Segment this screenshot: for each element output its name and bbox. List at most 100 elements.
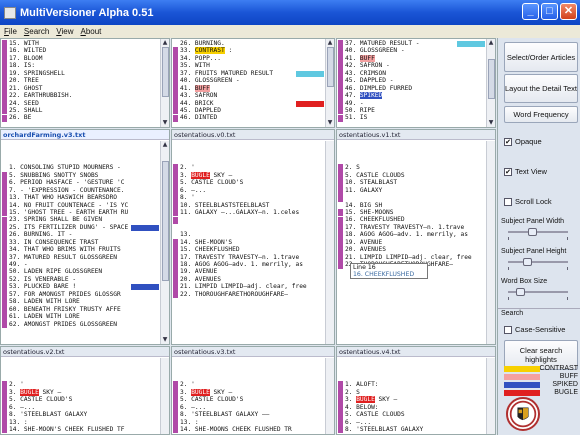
text-line[interactable]: 18. IS: bbox=[9, 62, 159, 69]
text-line[interactable]: 47. SPIKED bbox=[345, 92, 485, 100]
text-line[interactable]: 21. GHOST bbox=[9, 85, 159, 92]
text-line[interactable]: 17. TRAVESTY TRAVESTY—n. 1.trave bbox=[180, 254, 324, 261]
text-line[interactable]: 43. SAFRON bbox=[180, 92, 324, 99]
select-order-articles-button[interactable]: Select/Order Articles bbox=[504, 42, 578, 72]
text-line[interactable]: 24. SEED bbox=[9, 100, 159, 107]
text-line[interactable]: 52. IS VENERABLE - bbox=[9, 276, 159, 283]
text-line[interactable]: 35. WITH bbox=[180, 62, 324, 69]
vertical-scrollbar[interactable] bbox=[486, 141, 495, 344]
text-line[interactable]: 37. FRUITS MATURED RESULT bbox=[180, 70, 324, 77]
text-line[interactable]: 18. AGOG AGOG—adv. 1. merrily, as bbox=[345, 231, 485, 238]
text-line[interactable]: 21. LIMPID LIMPID—adj. clear, free bbox=[180, 283, 324, 290]
text-line[interactable]: 34. POPP... bbox=[180, 55, 324, 62]
text-line[interactable]: 6. –... bbox=[180, 187, 324, 194]
text-line[interactable]: 49. - bbox=[345, 100, 485, 107]
text-line[interactable]: 14. NO FRUIT COUNTENACE - 'IS YC bbox=[9, 202, 159, 209]
text-line[interactable] bbox=[180, 142, 324, 149]
subject-height-slider[interactable] bbox=[508, 258, 568, 266]
text-line[interactable]: 37. MATURED RESULT - bbox=[345, 40, 485, 47]
layout-detail-text-button[interactable]: Layout the Detail Text bbox=[504, 74, 578, 103]
text-line[interactable]: 60. BENEATH FRISKY TRUSTY AFFE bbox=[9, 306, 159, 313]
text-line[interactable]: 2. S bbox=[345, 389, 485, 396]
text-line[interactable] bbox=[180, 216, 324, 223]
text-line[interactable]: 40. GLOSSGREEN - bbox=[345, 47, 485, 54]
text-line[interactable]: 22. THOROUGHFARETHOROUGHFARE— bbox=[180, 291, 324, 298]
menu-file[interactable]: File bbox=[4, 27, 17, 36]
menu-search[interactable]: Search bbox=[24, 27, 49, 36]
text-line[interactable]: 20. AVENUES bbox=[180, 276, 324, 283]
text-line[interactable] bbox=[345, 374, 485, 381]
text-line[interactable]: 21. LIMPID LIMPID—adj. clear, free bbox=[345, 254, 485, 261]
text-panel[interactable]: 26. BURNING. 33. CONTRAST :34. POPP... 35.… bbox=[171, 38, 335, 128]
vertical-scrollbar[interactable]: ▲ ▼ bbox=[325, 39, 334, 127]
text-line[interactable]: 18. AGOG AGOG—adv. 1. merrily, as bbox=[180, 261, 324, 268]
word-frequency-button[interactable]: Word Frequency bbox=[504, 106, 578, 123]
text-line[interactable]: 34. THAT WHO BRIMS WITH FRUITS bbox=[9, 246, 159, 253]
text-line[interactable]: 61. LADEN WITH LORE bbox=[9, 313, 159, 320]
text-line[interactable]: 44. BRICK bbox=[180, 100, 324, 107]
text-panel[interactable]: 15. WITH 16. WILTED 17. BLOOM 18. IS: 19. SP… bbox=[0, 38, 170, 128]
text-line[interactable]: 3. BUGLE SKY – bbox=[345, 396, 485, 404]
text-line[interactable]: 50. LADEN RIPE GLOSSGREEN bbox=[9, 268, 159, 275]
legend-item[interactable]: SPIKED bbox=[504, 381, 578, 389]
text-line[interactable] bbox=[345, 149, 485, 156]
text-line[interactable]: 26. BURNING. bbox=[180, 40, 324, 47]
text-line[interactable]: 14. SHE-MOONS CHEEK FLUSHED TR bbox=[180, 426, 324, 433]
text-line[interactable] bbox=[9, 142, 159, 149]
text-line[interactable] bbox=[180, 374, 324, 381]
text-view-checkbox[interactable]: ✔ Text View bbox=[504, 167, 547, 176]
text-line[interactable]: 2. ' bbox=[180, 164, 324, 171]
text-line[interactable]: 46. DIMPLED FURRED bbox=[345, 85, 485, 92]
text-line[interactable] bbox=[9, 374, 159, 381]
text-line[interactable]: 19. AVENUE bbox=[345, 239, 485, 246]
text-line[interactable]: 49. - bbox=[9, 261, 159, 268]
text-line[interactable]: 53. PLUCKED BARE ! bbox=[9, 283, 159, 291]
text-panel[interactable]: ostentatious.v0.txt 2. ' 3. BUGLE SKY –5. … bbox=[171, 129, 335, 345]
text-panel[interactable]: 37. MATURED RESULT -40. GLOSSGREEN -41. … bbox=[336, 38, 496, 128]
vertical-scrollbar[interactable]: ▲ ▼ bbox=[160, 141, 169, 344]
text-line[interactable]: 8. 'STEELBLAST GALAXY bbox=[9, 411, 159, 418]
text-line[interactable]: 13. bbox=[180, 231, 324, 238]
text-line[interactable]: 8. 'STEELBLAST GALAXY bbox=[345, 426, 485, 433]
text-line[interactable]: 42. SAFRON - bbox=[345, 62, 485, 69]
text-line[interactable]: 15. SHE-MOONS bbox=[345, 209, 485, 216]
text-panel[interactable]: ostentatious.v3.txt 2. ' 3. BUGLE SKY –5. … bbox=[171, 346, 335, 435]
text-line[interactable]: 40. GLOSSGREEN - bbox=[180, 77, 324, 84]
text-line[interactable]: 16. CHEEKFLUSHED bbox=[345, 216, 485, 223]
text-line[interactable]: 17. BLOOM bbox=[9, 55, 159, 62]
text-line[interactable]: 4. BELOW: bbox=[345, 404, 485, 411]
text-line[interactable]: 8. ' bbox=[180, 194, 324, 201]
text-line[interactable]: 19. AVENUE bbox=[180, 268, 324, 275]
text-line[interactable]: 26. BURNING. IT - bbox=[9, 231, 159, 238]
text-line[interactable]: 2. S bbox=[345, 164, 485, 171]
text-line[interactable]: 16. WILTED bbox=[9, 47, 159, 54]
text-line[interactable]: 46. DINTED bbox=[180, 114, 324, 121]
vertical-scrollbar[interactable] bbox=[325, 358, 334, 434]
text-line[interactable]: 50. RIPE bbox=[345, 107, 485, 114]
vertical-scrollbar[interactable] bbox=[325, 141, 334, 344]
text-line[interactable] bbox=[345, 359, 485, 366]
text-line[interactable]: 2. ' bbox=[180, 381, 324, 388]
maximize-button[interactable]: □ bbox=[541, 3, 558, 20]
text-line[interactable]: 6. –... bbox=[180, 404, 324, 411]
text-line[interactable]: 1. ALOFT: bbox=[345, 381, 485, 388]
text-line[interactable]: 45. DAPPLED bbox=[180, 107, 324, 114]
text-line[interactable]: 2. ' bbox=[9, 381, 159, 388]
text-line[interactable]: 51. IS bbox=[345, 114, 485, 121]
text-line[interactable]: 17. TRAVESTY TRAVESTY—n. 1.trave bbox=[345, 224, 485, 231]
menu-about[interactable]: About bbox=[80, 27, 101, 36]
text-line[interactable] bbox=[180, 149, 324, 156]
text-line[interactable]: 43. CRIMSON bbox=[345, 70, 485, 77]
text-line[interactable]: 20. AVENUES bbox=[345, 246, 485, 253]
text-panel[interactable]: ostentatious.v4.txt 1. ALOFT: 2. S 3. BUGLE… bbox=[336, 346, 496, 435]
text-line[interactable] bbox=[180, 359, 324, 366]
subject-width-slider[interactable] bbox=[508, 228, 568, 236]
text-line[interactable]: 33. CONTRAST : bbox=[180, 47, 324, 55]
legend-item[interactable]: CONTRAST bbox=[504, 365, 578, 373]
text-line[interactable]: 41. BUFF bbox=[345, 54, 485, 62]
text-line[interactable]: 15. 'GHOST TREE - EARTH EARTH RU bbox=[9, 209, 159, 216]
text-line[interactable]: 19. SPRINGSHELL bbox=[9, 70, 159, 77]
minimize-button[interactable]: _ bbox=[522, 3, 539, 20]
text-panel[interactable]: orchardFarming.v3.txt 1. CONSOLING STUPID… bbox=[0, 129, 170, 345]
close-button[interactable]: ✕ bbox=[560, 3, 577, 20]
